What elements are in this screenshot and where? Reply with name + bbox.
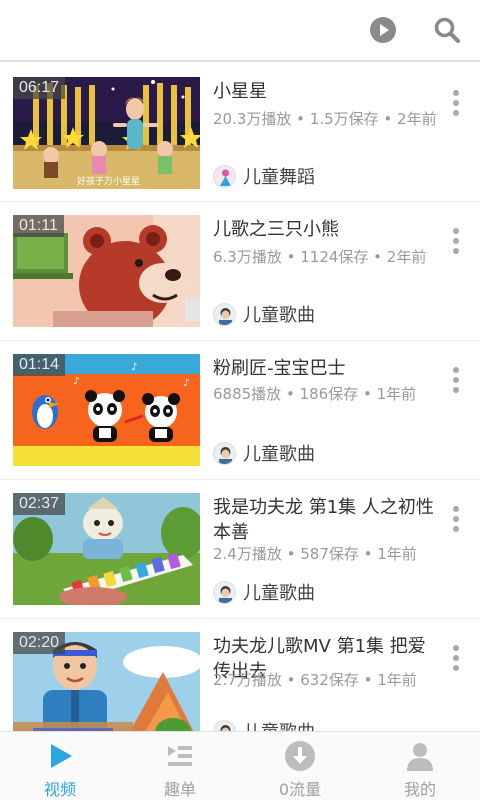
tab-label: 0流量 <box>278 780 322 799</box>
playlist-icon <box>163 740 197 772</box>
channel-link[interactable]: 儿童歌曲 <box>213 580 315 604</box>
video-thumbnail[interactable]: 02:37 <box>13 493 200 605</box>
video-card[interactable]: ♪ ♪ ♪ 01:14 粉刷匠-宝宝巴士 6885播放 • 186保存 • 1年… <box>0 341 480 480</box>
video-card[interactable]: 02:37 我是功夫龙 第1集 人之初性本善 2.4万播放 • 587保存 • … <box>0 480 480 619</box>
person-icon <box>403 740 437 772</box>
video-thumbnail[interactable]: ♪ ♪ ♪ 01:14 <box>13 354 200 466</box>
tab-offline[interactable]: 0流量 <box>240 732 360 800</box>
duration-badge: 06:17 <box>13 77 66 99</box>
thumbnail-caption: 好孩子万小星星 <box>77 175 140 187</box>
top-bar <box>0 0 480 62</box>
svg-text:♪: ♪ <box>73 376 79 387</box>
channel-avatar <box>213 441 236 465</box>
video-thumbnail[interactable]: 好孩子万小星星 06:17 <box>13 77 200 189</box>
video-stats: 2.7万播放 • 632保存 • 1年前 <box>213 671 417 689</box>
more-options-icon[interactable] <box>446 502 466 536</box>
more-options-icon[interactable] <box>446 224 466 258</box>
video-card[interactable]: 02:20 功夫龙儿歌MV 第1集 把爱传出去 2.7万播放 • 632保存 •… <box>0 619 480 731</box>
duration-badge: 01:11 <box>13 215 64 237</box>
bottom-tab-bar: 视频 趣单 0流量 我的 <box>0 731 480 800</box>
video-card[interactable]: 01:11 儿歌之三只小熊 6.3万播放 • 1124保存 • 2年前 儿童歌曲 <box>0 202 480 341</box>
more-options-icon[interactable] <box>446 86 466 120</box>
channel-link[interactable]: 儿童歌曲 <box>213 441 315 465</box>
tab-playlists[interactable]: 趣单 <box>120 732 240 800</box>
tab-label: 视频 <box>43 780 76 799</box>
channel-name: 儿童歌曲 <box>243 305 315 326</box>
video-stats: 6885播放 • 186保存 • 1年前 <box>213 385 417 403</box>
channel-name: 儿童歌曲 <box>243 583 315 604</box>
search-icon[interactable] <box>432 15 462 45</box>
channel-avatar <box>213 719 236 731</box>
more-options-icon[interactable] <box>446 641 466 675</box>
channel-avatar <box>213 302 236 326</box>
tab-profile[interactable]: 我的 <box>360 732 480 800</box>
play-icon <box>43 740 77 772</box>
video-title[interactable]: 小星星 <box>213 79 438 104</box>
channel-avatar <box>213 580 236 604</box>
video-thumbnail[interactable]: 02:20 <box>13 632 200 731</box>
video-title[interactable]: 儿歌之三只小熊 <box>213 217 438 242</box>
more-options-icon[interactable] <box>446 363 466 397</box>
play-circle-icon[interactable] <box>368 15 398 45</box>
video-feed[interactable]: 好孩子万小星星 06:17 小星星 20.3万播放 • 1.5万保存 • 2年前… <box>0 64 480 731</box>
svg-text:♪: ♪ <box>131 362 137 373</box>
channel-name: 儿童歌曲 <box>243 718 315 731</box>
tab-label: 我的 <box>403 780 436 799</box>
channel-avatar <box>213 164 236 188</box>
video-stats: 2.4万播放 • 587保存 • 1年前 <box>213 545 417 563</box>
duration-badge: 02:20 <box>13 632 66 654</box>
tab-videos[interactable]: 视频 <box>0 732 120 800</box>
video-thumbnail[interactable]: 01:11 <box>13 215 200 327</box>
channel-link[interactable]: 儿童歌曲 <box>213 302 315 326</box>
video-stats: 20.3万播放 • 1.5万保存 • 2年前 <box>213 110 437 128</box>
video-title[interactable]: 我是功夫龙 第1集 人之初性本善 <box>213 495 438 545</box>
tab-label: 趣单 <box>163 780 196 799</box>
video-stats: 6.3万播放 • 1124保存 • 2年前 <box>213 248 427 266</box>
duration-badge: 01:14 <box>13 354 66 376</box>
download-icon <box>283 740 317 772</box>
channel-link[interactable]: 儿童舞蹈 <box>213 164 315 188</box>
duration-badge: 02:37 <box>13 493 66 515</box>
channel-name: 儿童歌曲 <box>243 444 315 465</box>
channel-name: 儿童舞蹈 <box>243 167 315 188</box>
video-card[interactable]: 好孩子万小星星 06:17 小星星 20.3万播放 • 1.5万保存 • 2年前… <box>0 64 480 202</box>
svg-text:♪: ♪ <box>183 378 189 389</box>
channel-link[interactable]: 儿童歌曲 <box>213 719 315 731</box>
video-title[interactable]: 粉刷匠-宝宝巴士 <box>213 356 438 381</box>
